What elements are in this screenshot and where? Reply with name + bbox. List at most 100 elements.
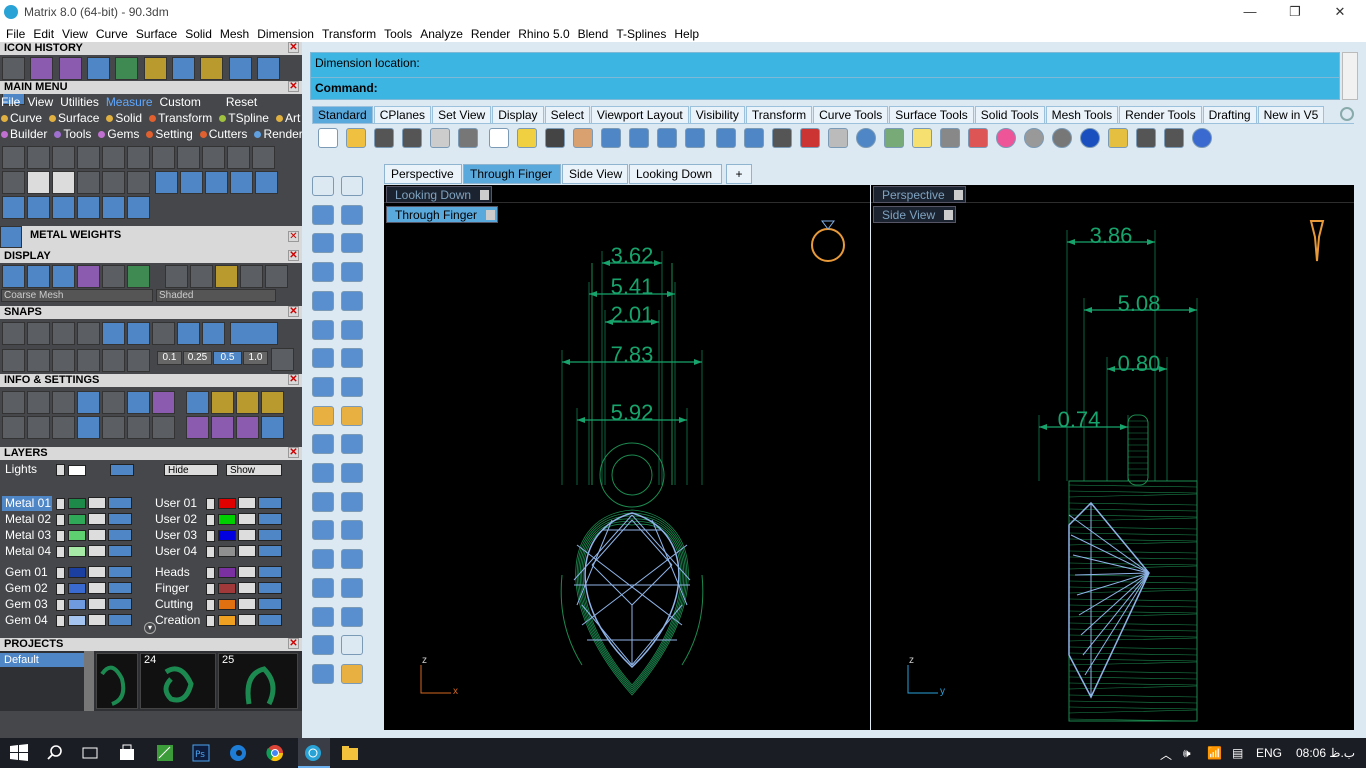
tab-through-finger[interactable]: Through Finger — [463, 164, 561, 184]
visibility-toggle[interactable] — [108, 566, 132, 578]
toolbar-tab-new-in-v5[interactable]: New in V5 — [1257, 106, 1325, 123]
pan-hand-icon[interactable] — [573, 128, 593, 148]
paste-icon[interactable] — [517, 128, 537, 148]
search-icon[interactable] — [27, 391, 50, 414]
file-explorer-icon[interactable] — [340, 743, 360, 763]
menu-rhino[interactable]: Rhino 5.0 — [514, 24, 573, 44]
polyline-icon[interactable] — [312, 204, 334, 225]
close-icon[interactable]: ✕ — [288, 638, 299, 649]
show-all-button[interactable]: Show — [226, 464, 282, 476]
visibility-toggle[interactable] — [258, 598, 282, 610]
gold-icon[interactable] — [214, 265, 238, 288]
lock-icon[interactable] — [88, 566, 106, 578]
reset-icon[interactable] — [185, 416, 209, 439]
layer-color-swatch[interactable] — [68, 514, 86, 525]
expand-icon[interactable] — [56, 530, 65, 542]
paste-icon[interactable] — [235, 391, 259, 414]
layer-color-swatch[interactable] — [218, 567, 236, 578]
layer-name[interactable]: Metal 04 — [2, 544, 52, 559]
toolbar-tab-select[interactable]: Select — [544, 106, 590, 123]
paint-icon[interactable] — [341, 663, 363, 684]
close-button[interactable]: ✕ — [1320, 2, 1360, 22]
layer-color-swatch[interactable] — [68, 498, 86, 509]
menu-dimension[interactable]: Dimension — [253, 24, 318, 44]
sphere-half-icon[interactable] — [1052, 128, 1072, 148]
curve-tool-icon[interactable] — [312, 491, 334, 512]
curve-node-icon[interactable] — [341, 491, 363, 512]
notification-icon[interactable]: ▤ — [1232, 746, 1243, 760]
resize-icon[interactable] — [341, 549, 363, 570]
command-scrollbar[interactable] — [1342, 52, 1358, 100]
rendered-sphere-icon[interactable] — [77, 265, 100, 288]
toolbar-tab-curve-tools[interactable]: Curve Tools — [813, 106, 889, 123]
lock-icon[interactable] — [238, 582, 256, 594]
snap-mid-icon[interactable] — [77, 322, 100, 345]
layer-name[interactable]: User 02 — [152, 512, 202, 527]
visibility-toggle[interactable] — [108, 513, 132, 525]
angle-dim-icon[interactable] — [202, 146, 225, 169]
recess-icon[interactable] — [102, 171, 125, 194]
category-render[interactable]: Render — [254, 127, 302, 141]
snap-quad-icon[interactable] — [202, 322, 225, 345]
layer-name[interactable]: User 01 — [152, 496, 202, 511]
hexagon-icon[interactable] — [312, 290, 334, 311]
display-mode-select[interactable]: Shaded — [156, 289, 276, 302]
project-thumbnail-24[interactable]: 24 — [140, 653, 216, 709]
viewport-left[interactable]: Looking Down Through Finger 3.62 5.41 2.01… — [384, 185, 870, 730]
layer-color-swatch[interactable] — [68, 567, 86, 578]
snap-project-icon[interactable] — [230, 322, 279, 345]
explode-icon[interactable] — [341, 405, 363, 426]
snap-end-icon[interactable] — [2, 322, 25, 345]
chevron-up-icon[interactable]: ︿ — [1160, 746, 1172, 763]
gem-icon[interactable] — [30, 57, 54, 80]
category-builder[interactable]: Builder — [1, 127, 47, 141]
expand-icon[interactable] — [206, 615, 215, 627]
snap-point-icon[interactable] — [52, 322, 75, 345]
toolbar-tab-cplanes[interactable]: CPlanes — [373, 106, 432, 123]
radius-dim-icon[interactable] — [152, 146, 175, 169]
rotate-camera-icon[interactable] — [744, 128, 764, 148]
cut-icon[interactable] — [458, 128, 478, 148]
expand-icon[interactable] — [206, 583, 215, 595]
close-icon[interactable]: ✕ — [288, 250, 299, 261]
check-icon[interactable] — [341, 635, 363, 656]
lock-icon[interactable] — [238, 497, 256, 509]
cube-icon[interactable] — [312, 348, 334, 369]
car-wire-icon[interactable] — [828, 128, 848, 148]
lock-icon[interactable] — [238, 513, 256, 525]
angle-snap-icon[interactable] — [77, 349, 100, 372]
menu-blend[interactable]: Blend — [574, 24, 613, 44]
menu-edit[interactable]: Edit — [29, 24, 58, 44]
layer-stack-icon[interactable] — [968, 128, 988, 148]
color-wheel-icon[interactable] — [996, 128, 1016, 148]
lock-icon[interactable] — [940, 128, 960, 148]
arc-icon[interactable] — [180, 171, 204, 194]
edit-icon[interactable] — [127, 391, 150, 414]
scale-icon[interactable] — [2, 196, 25, 219]
toolbar-tab-standard[interactable]: Standard — [312, 106, 373, 123]
close-icon[interactable]: ✕ — [288, 231, 299, 242]
layer-name[interactable]: Gem 02 — [2, 581, 52, 596]
diameter-dim-icon[interactable] — [177, 146, 200, 169]
snap-near-icon[interactable] — [27, 322, 50, 345]
visibility-toggle[interactable] — [108, 598, 132, 610]
command-prompt[interactable]: Command: — [311, 77, 1339, 101]
menu-render[interactable]: Render — [467, 24, 514, 44]
options-icon[interactable] — [260, 416, 284, 439]
circle-icon[interactable] — [312, 233, 334, 254]
green-app-icon[interactable] — [155, 743, 175, 763]
lock-icon[interactable] — [88, 582, 106, 594]
edge-icon[interactable] — [228, 743, 248, 763]
category-cutters[interactable]: Cutters — [199, 127, 247, 141]
category-gems[interactable]: Gems — [98, 127, 139, 141]
dimension-icon[interactable] — [2, 57, 25, 80]
lock-icon[interactable] — [238, 614, 256, 626]
close-icon[interactable]: ✕ — [288, 42, 299, 53]
lock-icon[interactable] — [88, 497, 106, 509]
four-viewports-icon[interactable] — [772, 128, 792, 148]
grid-snap-icon[interactable] — [2, 349, 25, 372]
zoom-in-icon[interactable] — [629, 128, 649, 148]
layer-name[interactable]: User 03 — [152, 528, 202, 543]
boolean-icon[interactable] — [312, 463, 334, 483]
metal-weights-icon[interactable] — [0, 226, 22, 248]
